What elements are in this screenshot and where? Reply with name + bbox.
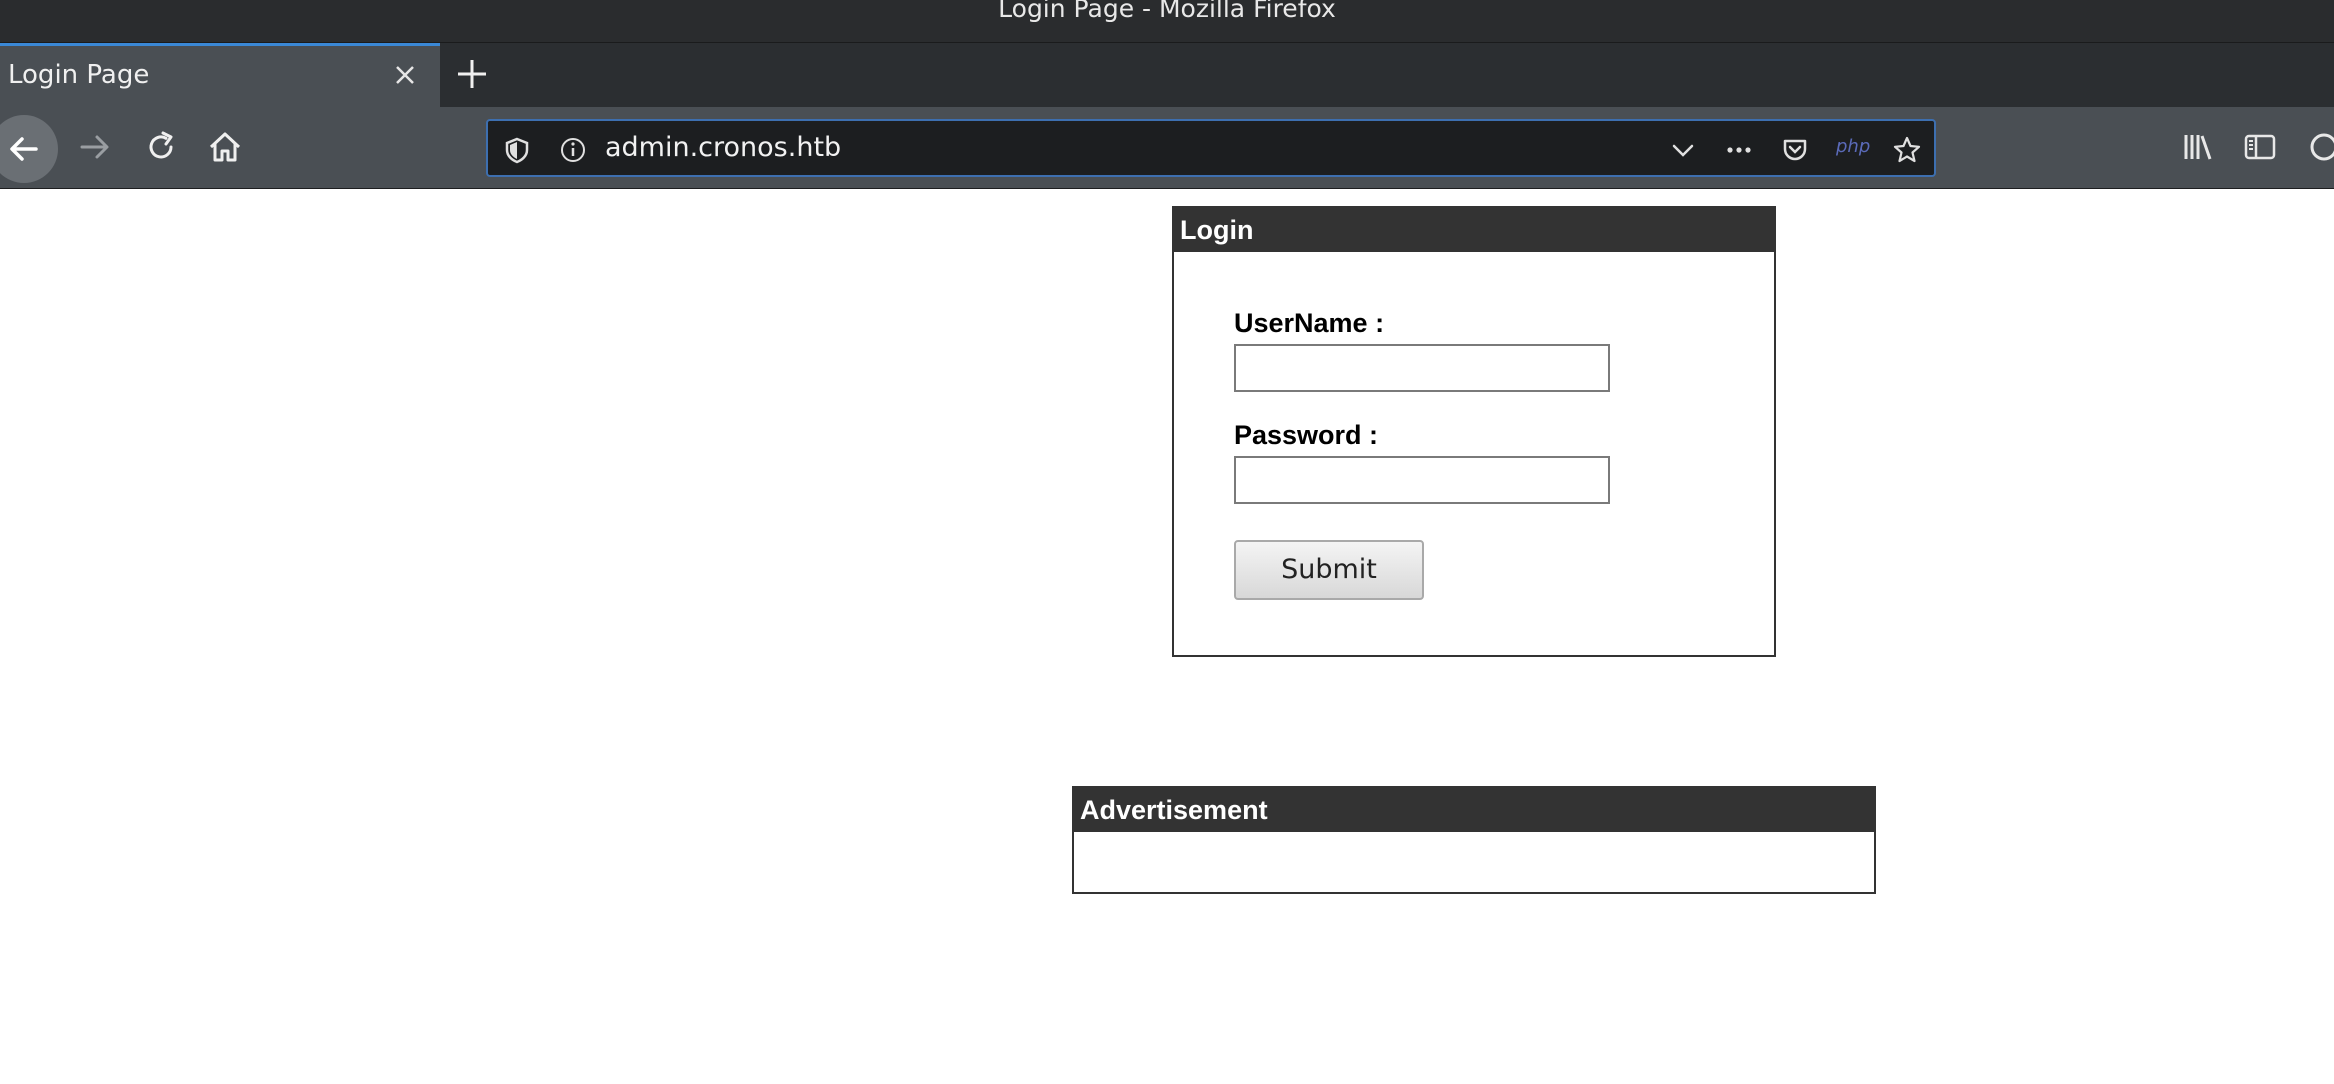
chevron-down-icon[interactable]: [1668, 135, 1698, 165]
new-tab-plus-icon[interactable]: [455, 57, 489, 91]
advertisement-panel: Advertisement: [1072, 786, 1876, 894]
login-header: Login: [1174, 208, 1774, 252]
info-icon[interactable]: [558, 135, 588, 165]
shield-icon[interactable]: [502, 135, 532, 165]
advertisement-header: Advertisement: [1074, 788, 1874, 832]
reload-icon[interactable]: [141, 127, 181, 167]
nav-toolbar: admin.cronos.htb php: [0, 107, 2334, 189]
page-content: Login UserName : Password : Submit Adver…: [0, 189, 2334, 1084]
password-input[interactable]: [1234, 456, 1610, 504]
window-titlebar: Login Page - Mozilla Firefox: [0, 0, 2334, 43]
submit-button[interactable]: Submit: [1234, 540, 1424, 600]
url-text[interactable]: admin.cronos.htb: [605, 132, 841, 163]
home-icon[interactable]: [205, 127, 245, 167]
username-input[interactable]: [1234, 344, 1610, 392]
more-dots-icon[interactable]: [1724, 135, 1754, 165]
tab-strip: Login Page: [0, 43, 2334, 107]
back-button[interactable]: [0, 115, 58, 183]
tab-login-page[interactable]: Login Page: [0, 43, 440, 107]
php-badge: php: [1836, 136, 1871, 157]
login-panel: Login UserName : Password : Submit: [1172, 206, 1776, 657]
window-title: Login Page - Mozilla Firefox: [998, 0, 1336, 23]
pocket-icon[interactable]: [1780, 135, 1810, 165]
username-label: UserName :: [1234, 308, 1385, 338]
password-label: Password :: [1234, 420, 1379, 450]
account-icon[interactable]: [2306, 129, 2334, 165]
sidebar-icon[interactable]: [2242, 129, 2278, 165]
bookmark-star-icon[interactable]: [1892, 135, 1922, 165]
library-icon[interactable]: [2180, 129, 2216, 165]
tab-title: Login Page: [8, 60, 150, 90]
url-bar[interactable]: admin.cronos.htb php: [486, 119, 1936, 177]
forward-arrow-icon[interactable]: [76, 127, 116, 167]
close-icon[interactable]: [390, 60, 420, 90]
back-arrow-icon: [10, 137, 38, 161]
